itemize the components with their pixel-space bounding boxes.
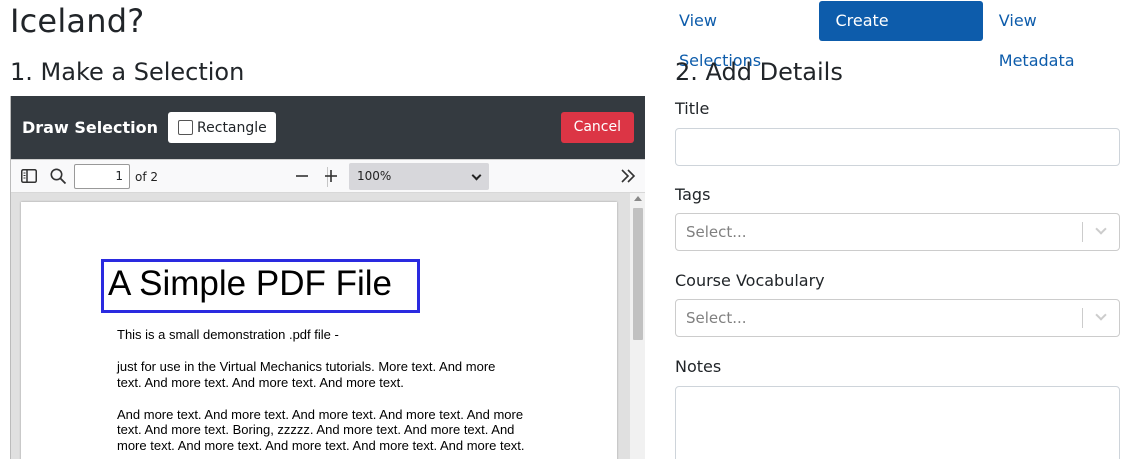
pdf-page[interactable]: A Simple PDF File This is a small demons… [21,202,617,459]
page-count: of 2 [135,170,159,184]
make-selection-heading: 1. Make a Selection [10,58,245,86]
tags-select[interactable]: Select... [675,213,1120,251]
rectangle-label: Rectangle [197,119,267,136]
notes-label: Notes [675,357,722,376]
view-metadata-link[interactable]: View Metadata [985,1,1131,70]
tags-label: Tags [675,185,711,204]
minus-icon[interactable] [295,169,309,186]
select-separator [1082,308,1083,328]
course-vocabulary-placeholder: Select... [686,309,747,327]
chevron-down-icon [471,170,482,181]
create-selection-button[interactable]: Create Selection [819,1,983,70]
draw-toolbar: Draw Selection Rectangle Cancel [11,96,645,159]
pdf-viewer: Draw Selection Rectangle Cancel 1 of 2 1… [10,96,645,459]
notes-textarea[interactable] [675,386,1120,459]
pdf-text-line: just for use in the Virtual Mechanics tu… [117,359,496,374]
scroll-thumb[interactable] [633,208,643,340]
draw-selection-title: Draw Selection [22,118,159,137]
rectangle-toggle[interactable]: Rectangle [168,112,276,143]
course-vocabulary-select[interactable]: Select... [675,299,1120,337]
sidebar-toggle-icon[interactable] [21,169,37,186]
select-separator [1082,222,1083,242]
scroll-up-arrow-icon[interactable] [634,196,642,201]
cancel-button[interactable]: Cancel [560,112,634,143]
pdf-canvas-area[interactable]: A Simple PDF File This is a small demons… [11,193,645,459]
page-number-input[interactable]: 1 [74,164,130,189]
pdf-toolbar: 1 of 2 100% [11,159,645,193]
rectangle-checkbox[interactable] [178,120,194,135]
pdf-heading: A Simple PDF File [108,264,392,303]
pdf-scrollbar[interactable] [630,193,645,459]
double-chevron-right-icon[interactable] [620,169,636,186]
course-vocabulary-label: Course Vocabulary [675,271,825,290]
pdf-text-line: more text. And more text. And more text.… [117,438,525,453]
view-selections-link[interactable]: View Selections [665,1,817,70]
top-nav: View Selections Create Selection View Me… [665,1,1131,70]
pdf-text-line: This is a small demonstration .pdf file … [117,327,339,342]
plus-icon[interactable] [324,169,338,186]
pdf-text-line: text. And more text. And more text. And … [117,375,404,390]
pdf-text-line: text. And more text. Boring, zzzzz. And … [117,422,515,437]
page-title: Iceland? [10,2,145,40]
tags-placeholder: Select... [686,223,747,241]
chevron-down-icon[interactable] [1095,309,1107,321]
title-label: Title [675,99,710,118]
pdf-text-line: And more text. And more text. And more t… [117,407,524,422]
zoom-select[interactable]: 100% [349,163,489,190]
search-icon[interactable] [50,168,67,188]
title-input[interactable] [675,128,1120,166]
zoom-value: 100% [357,169,392,183]
add-details-heading: 2. Add Details [675,58,843,86]
chevron-down-icon[interactable] [1095,223,1107,235]
